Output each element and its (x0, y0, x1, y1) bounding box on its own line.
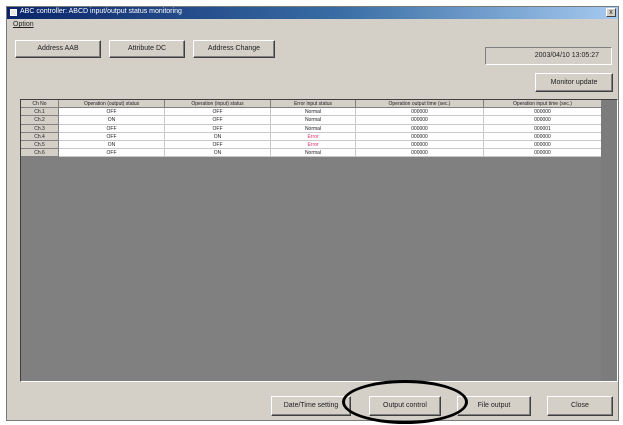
row-input-status[interactable]: OFF (165, 108, 271, 117)
row-output-status[interactable]: ON (59, 140, 165, 150)
row-output-time[interactable]: 000000 (356, 149, 484, 158)
row-output-time[interactable]: 000000 (356, 140, 484, 150)
column-header-output-time[interactable]: Operation output time (sec.) (356, 100, 484, 109)
window-title: ABC controller: ABCD input/output status… (20, 8, 182, 15)
row-input-status[interactable]: ON (165, 149, 271, 158)
row-input-time[interactable]: 000000 (484, 116, 602, 125)
table-row[interactable]: Ch.6 OFF ON Normal 000000 000000 (21, 149, 602, 158)
row-channel[interactable]: Ch.1 (21, 108, 59, 117)
row-output-time[interactable]: 000000 (356, 116, 484, 125)
row-error-status[interactable]: Normal (271, 149, 356, 158)
column-header-input-status[interactable]: Operation (input) status (165, 100, 271, 109)
row-input-status[interactable]: ON (165, 132, 271, 141)
row-output-time[interactable]: 000000 (356, 124, 484, 133)
row-error-status[interactable]: Normal (271, 116, 356, 125)
row-error-status[interactable]: Error (271, 132, 356, 141)
date-time-setting-button[interactable]: Date/Time setting (271, 396, 351, 416)
monitor-update-button[interactable]: Monitor update (535, 73, 613, 92)
table-row[interactable]: Ch.1 OFF OFF Normal 000000 000000 (21, 108, 602, 117)
row-output-status[interactable]: OFF (59, 149, 165, 158)
row-error-status[interactable]: Error (271, 140, 356, 150)
row-input-time[interactable]: 000001 (484, 124, 602, 133)
row-error-status[interactable]: Normal (271, 108, 356, 117)
row-input-status[interactable]: OFF (165, 140, 271, 150)
row-error-status[interactable]: Normal (271, 124, 356, 133)
close-button[interactable]: Close (547, 396, 613, 416)
file-output-button[interactable]: File output (457, 396, 531, 416)
row-input-status[interactable]: OFF (165, 116, 271, 125)
row-input-time[interactable]: 000000 (484, 108, 602, 117)
status-grid: Ch No Operation (output) status Operatio… (20, 99, 618, 382)
row-output-status[interactable]: OFF (59, 132, 165, 141)
tab-address[interactable]: Address AAB (15, 40, 101, 58)
table-row[interactable]: Ch.5 ON OFF Error 000000 000000 (21, 140, 602, 150)
tab-attribute[interactable]: Attribute DC (109, 40, 185, 58)
datetime-display: 2003/04/10 13:05:27 (485, 47, 612, 65)
row-channel[interactable]: Ch.3 (21, 124, 59, 133)
column-header-input-time[interactable]: Operation input time (sec.) (484, 100, 602, 109)
row-output-status[interactable]: OFF (59, 108, 165, 117)
row-channel[interactable]: Ch.4 (21, 132, 59, 141)
title-bar: ABC controller: ABCD input/output status… (7, 7, 618, 19)
column-header-error-status[interactable]: Error input status (271, 100, 356, 109)
status-table: Ch No Operation (output) status Operatio… (21, 100, 602, 158)
highlight-ellipse (342, 380, 468, 424)
grid-vertical-scrollbar[interactable] (601, 100, 617, 381)
table-header-row: Ch No Operation (output) status Operatio… (21, 100, 602, 109)
table-row[interactable]: Ch.3 OFF OFF Normal 000000 000001 (21, 124, 602, 133)
row-channel[interactable]: Ch.5 (21, 140, 59, 150)
close-window-button[interactable]: x (606, 8, 616, 17)
column-header-ch[interactable]: Ch No (21, 100, 59, 109)
row-channel[interactable]: Ch.6 (21, 149, 59, 158)
app-icon (10, 9, 17, 16)
row-input-time[interactable]: 000000 (484, 132, 602, 141)
row-channel[interactable]: Ch.2 (21, 116, 59, 125)
row-input-status[interactable]: OFF (165, 124, 271, 133)
menu-bar: Option (7, 20, 618, 31)
row-output-status[interactable]: ON (59, 116, 165, 125)
row-output-time[interactable]: 000000 (356, 108, 484, 117)
row-input-time[interactable]: 000000 (484, 140, 602, 150)
column-header-output-status[interactable]: Operation (output) status (59, 100, 165, 109)
tab-address-change[interactable]: Address Change (193, 40, 275, 58)
row-output-time[interactable]: 000000 (356, 132, 484, 141)
row-input-time[interactable]: 000000 (484, 149, 602, 158)
menu-option[interactable]: Option (13, 21, 34, 28)
main-window: ABC controller: ABCD input/output status… (6, 6, 619, 421)
table-row[interactable]: Ch.4 OFF ON Error 000000 000000 (21, 132, 602, 141)
row-output-status[interactable]: OFF (59, 124, 165, 133)
table-row[interactable]: Ch.2 ON OFF Normal 000000 000000 (21, 116, 602, 125)
